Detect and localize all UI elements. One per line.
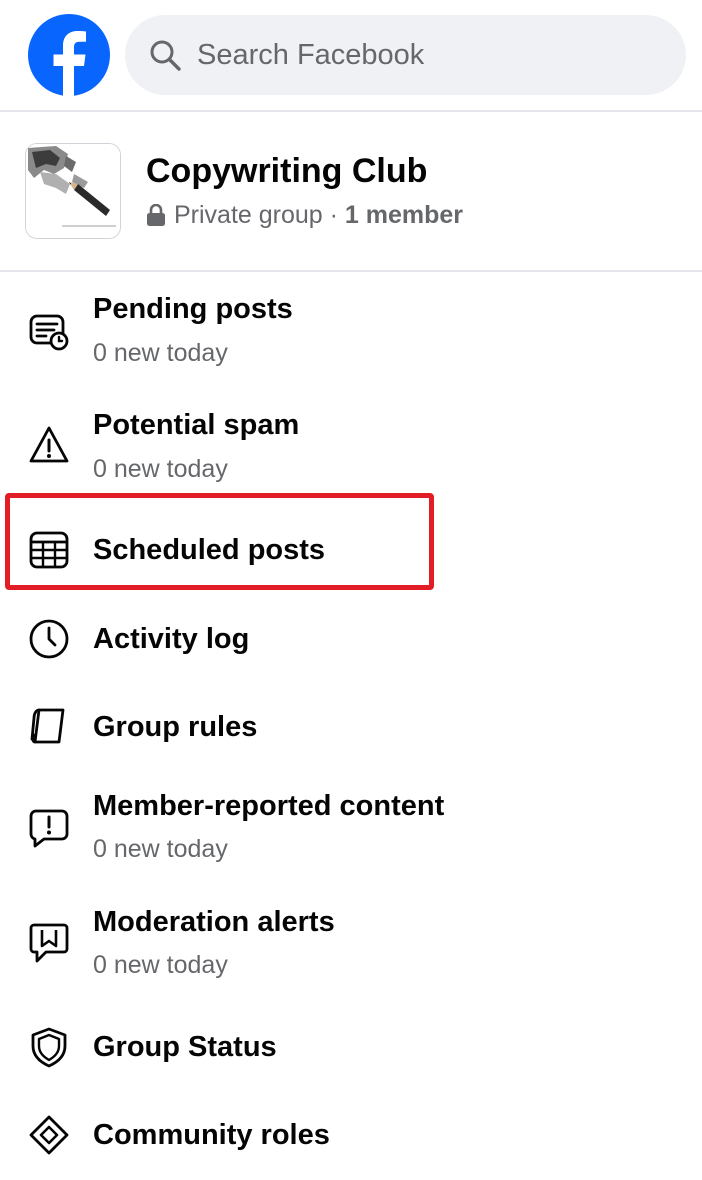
group-divider [0,270,702,272]
meta-separator: · [322,201,345,229]
menu-item-label: Potential spam [93,409,300,441]
search-icon [150,40,181,71]
menu-item-label: Group rules [93,711,258,743]
menu-item-subtitle: 0 new today [93,339,228,367]
search-placeholder: Search Facebook [197,39,425,71]
group-meta: Private group · 1 member [146,199,463,231]
menu-item-activity-log[interactable]: Activity log [0,600,702,680]
lock-icon [147,204,165,226]
menu-item-label: Scheduled posts [93,534,326,566]
menu-item-member-reported-content[interactable]: Member-reported content 0 new today [0,785,702,871]
report-icon [29,809,69,848]
alert-bookmark-icon [29,923,69,963]
menu-item-label: Moderation alerts [93,906,335,938]
warning-icon [29,426,69,463]
menu-item-label: Group Status [93,1031,277,1063]
menu-item-label: Activity log [93,623,250,655]
shield-icon [31,1027,67,1068]
menu-item-moderation-alerts[interactable]: Moderation alerts 0 new today [0,901,702,987]
menu-item-label: Member-reported content [93,790,445,822]
diamond-icon [29,1115,69,1155]
menu-item-scheduled-posts[interactable]: Scheduled posts [0,510,702,590]
menu-item-label: Community roles [93,1119,330,1151]
menu-item-group-status[interactable]: Group Status [0,1008,702,1088]
book-icon [30,708,65,744]
menu-item-pending-posts[interactable]: Pending posts 0 new today [0,288,702,374]
menu-item-subtitle: 0 new today [93,951,228,979]
group-member-count[interactable]: 1 member [345,201,463,229]
menu-item-potential-spam[interactable]: Potential spam 0 new today [0,404,702,490]
pending-posts-icon [29,314,69,351]
calendar-icon [29,531,69,569]
menu-item-group-rules[interactable]: Group rules [0,688,702,768]
top-bar: Search Facebook [0,0,702,110]
menu-item-community-roles[interactable]: Community roles [0,1096,702,1176]
menu-item-subtitle: 0 new today [93,455,228,483]
clock-icon [29,619,69,659]
search-input[interactable]: Search Facebook [125,15,686,95]
group-name[interactable]: Copywriting Club [146,151,427,191]
menu-item-label: Pending posts [93,293,293,325]
group-avatar[interactable] [25,143,121,239]
group-cover-image [26,144,120,238]
facebook-logo-icon[interactable] [28,14,110,96]
group-privacy: Private group [174,201,323,229]
menu-item-subtitle: 0 new today [93,835,228,863]
group-header: Copywriting Club Private group · 1 membe… [0,112,702,270]
